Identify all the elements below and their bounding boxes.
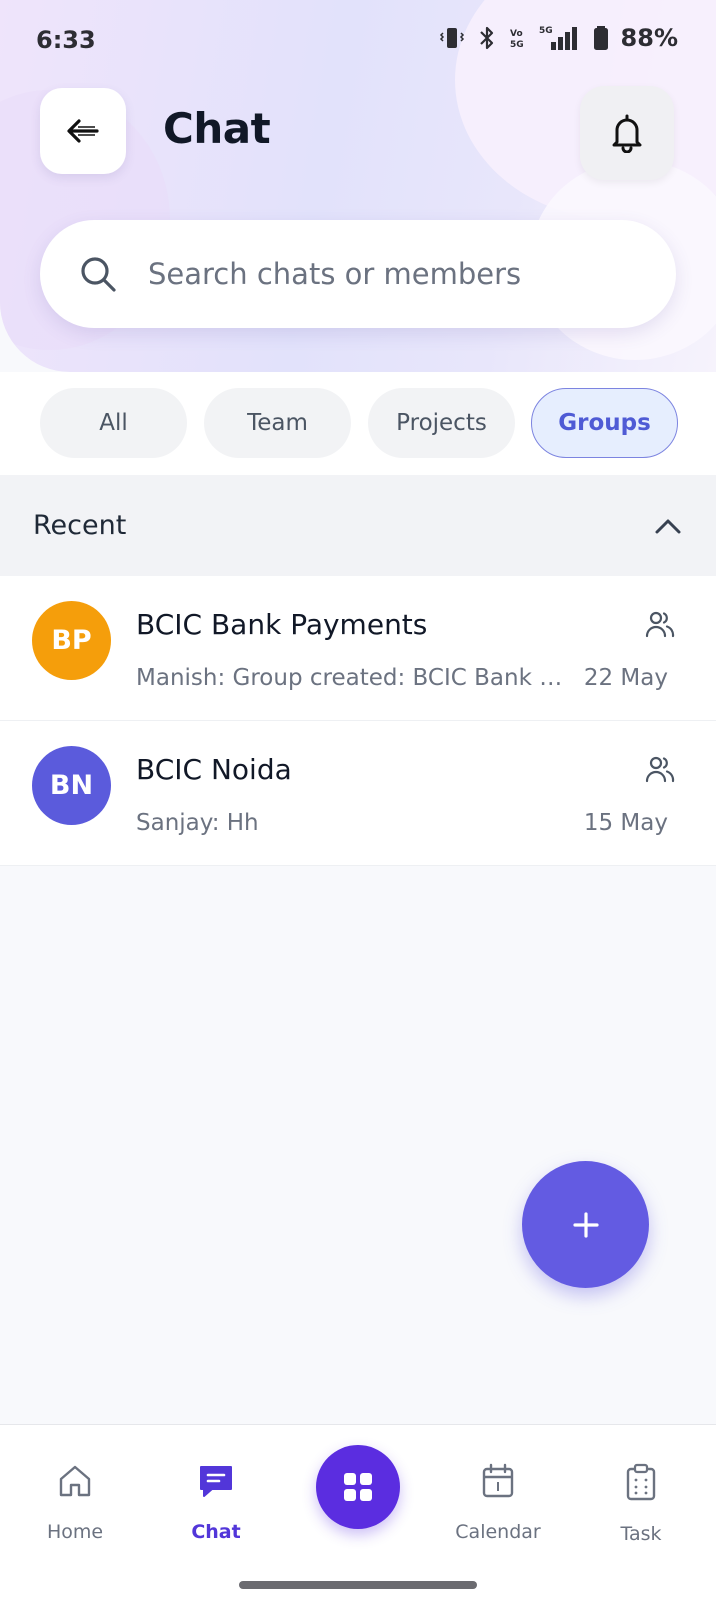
chat-icon (200, 1466, 232, 1497)
notifications-button[interactable] (580, 86, 674, 180)
nav-label: Task (620, 1523, 662, 1545)
new-chat-button[interactable] (522, 1161, 649, 1288)
filter-groups[interactable]: Groups (531, 388, 678, 458)
search-bar[interactable] (40, 220, 676, 328)
chat-preview: Manish: Group created: BCIC Bank P... (136, 665, 566, 691)
nav-label: Chat (191, 1521, 241, 1543)
signal-icon: 5G (539, 26, 577, 50)
bluetooth-icon (479, 26, 493, 50)
status-time: 6:33 (36, 26, 96, 54)
nav-home[interactable]: Home (20, 1463, 130, 1543)
volte-icon: Vo5G (510, 29, 524, 50)
recent-section-header[interactable]: Recent (0, 475, 716, 576)
search-input[interactable] (148, 257, 628, 291)
chat-list-item[interactable]: BN BCIC Noida Sanjay: Hh 15 May (0, 721, 716, 866)
calendar-icon (482, 1463, 514, 1498)
search-icon (81, 257, 116, 292)
avatar: BP (32, 601, 111, 680)
clipboard-icon (626, 1463, 656, 1501)
nav-chat[interactable]: Chat (161, 1463, 271, 1543)
chat-name: BCIC Bank Payments (136, 608, 428, 641)
page-title: Chat (163, 104, 271, 153)
chat-name: BCIC Noida (136, 753, 292, 786)
apps-grid-button[interactable] (316, 1445, 400, 1529)
filter-tabs: All Team Projects Groups (0, 372, 716, 475)
filter-team[interactable]: Team (204, 388, 351, 458)
chat-date: 22 May (583, 665, 668, 691)
chat-list-item[interactable]: BP BCIC Bank Payments Manish: Group crea… (0, 576, 716, 721)
vibrate-icon (439, 28, 464, 48)
nav-task[interactable]: Task (586, 1463, 696, 1545)
home-indicator (239, 1581, 477, 1589)
back-arrow-icon (67, 119, 99, 143)
nav-label: Home (46, 1521, 104, 1543)
grid-icon (344, 1473, 372, 1501)
status-icons: Vo 5G 5G 88% (439, 24, 678, 52)
chat-date: 15 May (583, 810, 668, 836)
chevron-up-icon[interactable] (654, 517, 682, 535)
nav-calendar[interactable]: Calendar (443, 1463, 553, 1543)
status-bar: 6:33 Vo 5G 5G 88% (0, 0, 716, 84)
bottom-navigation: Home Chat Calendar Task (0, 1424, 716, 1600)
filter-all[interactable]: All (40, 388, 187, 458)
svg-text:5G: 5G (539, 26, 553, 36)
chat-preview: Sanjay: Hh (136, 810, 259, 836)
nav-label: Calendar (455, 1521, 541, 1543)
svg-text:5G: 5G (510, 40, 524, 50)
svg-text:Vo: Vo (510, 29, 523, 39)
group-icon (645, 611, 675, 638)
bell-icon (612, 114, 642, 153)
back-button[interactable] (40, 88, 126, 174)
avatar: BN (32, 746, 111, 825)
plus-icon (572, 1211, 599, 1238)
home-icon (59, 1465, 91, 1497)
section-title: Recent (33, 510, 127, 541)
filter-projects[interactable]: Projects (368, 388, 515, 458)
group-icon (645, 756, 675, 783)
battery-percent: 88% (620, 24, 678, 52)
battery-icon (593, 26, 608, 50)
